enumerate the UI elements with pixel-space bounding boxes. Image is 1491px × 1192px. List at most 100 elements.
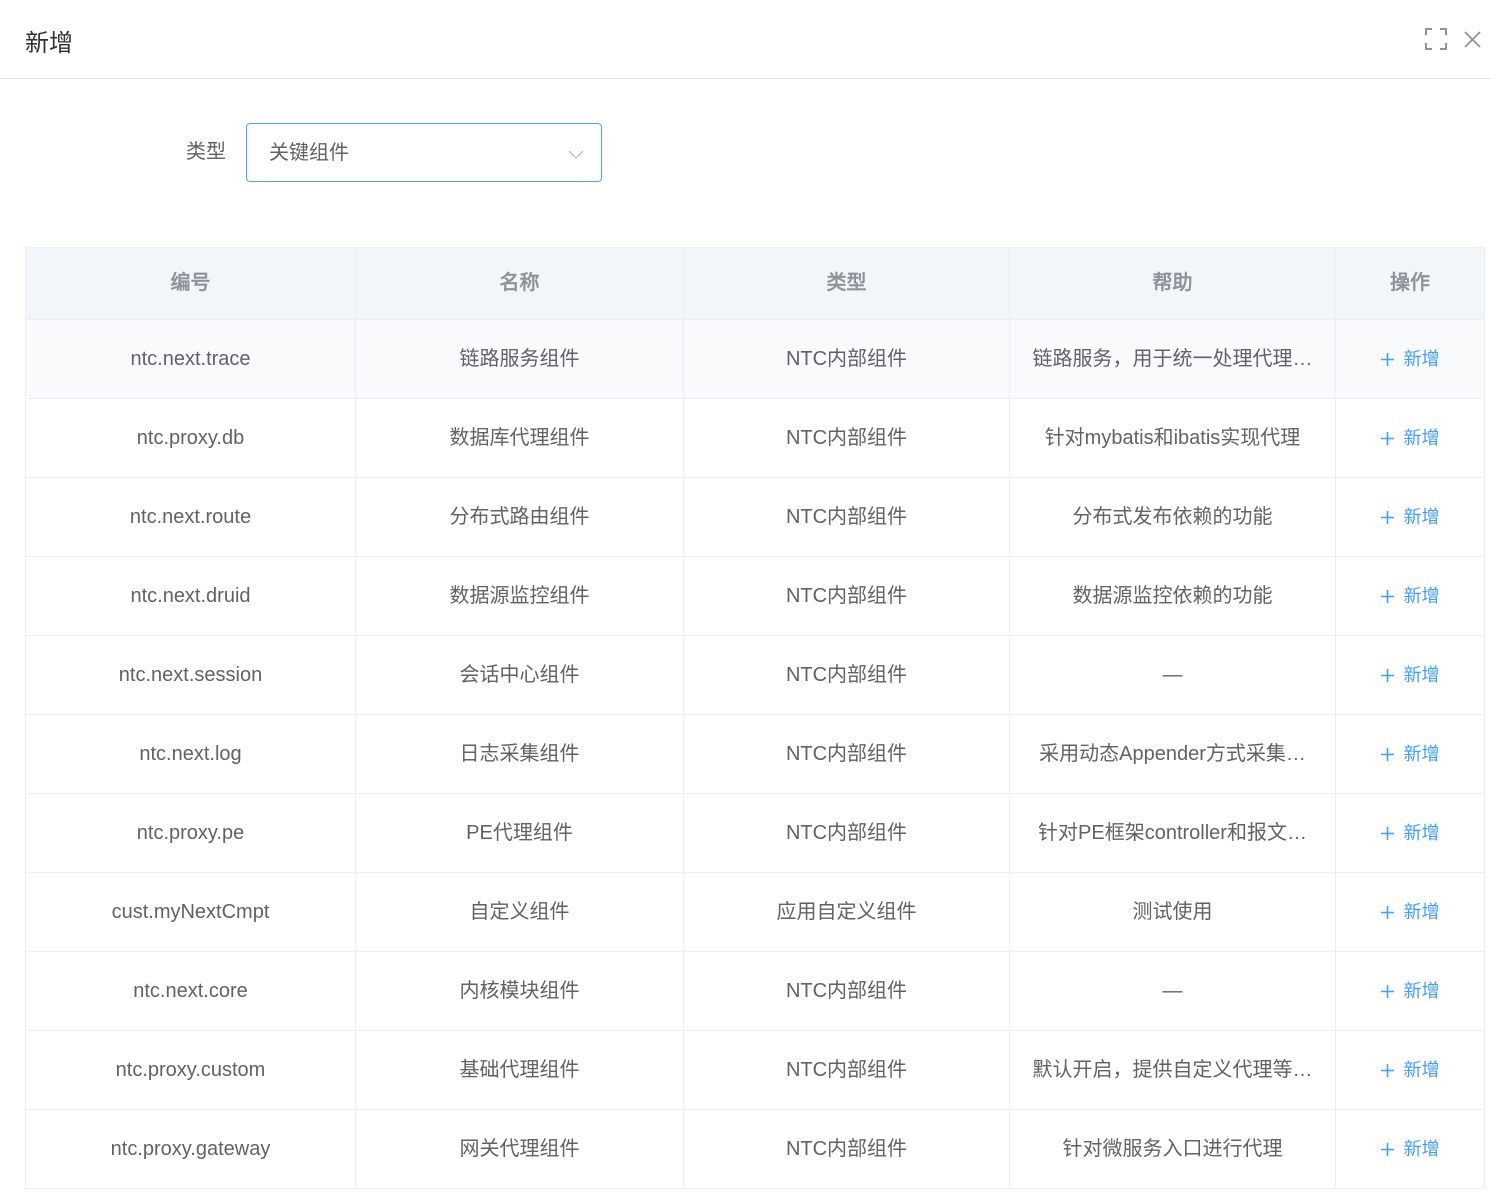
cell-help: 链路服务，用于统一处理代理…: [1010, 320, 1336, 399]
plus-icon: [1380, 905, 1394, 919]
cell-name: PE代理组件: [356, 794, 684, 873]
cell-help: —: [1010, 952, 1336, 1031]
add-button-label: 新增: [1403, 586, 1440, 606]
table-row: ntc.proxy.custom 基础代理组件 NTC内部组件 默认开启，提供自…: [26, 1031, 1485, 1110]
add-button[interactable]: 新增: [1380, 743, 1440, 765]
cell-actions: 新增: [1336, 557, 1485, 636]
add-button-label: 新增: [1403, 744, 1440, 764]
plus-icon: [1380, 1142, 1394, 1156]
table-row: ntc.next.route 分布式路由组件 NTC内部组件 分布式发布依赖的功…: [26, 478, 1485, 557]
column-header-type: 类型: [684, 248, 1010, 320]
cell-help: —: [1010, 636, 1336, 715]
table-row: ntc.next.session 会话中心组件 NTC内部组件 — 新增: [26, 636, 1485, 715]
table-row: ntc.next.druid 数据源监控组件 NTC内部组件 数据源监控依赖的功…: [26, 557, 1485, 636]
cell-name: 链路服务组件: [356, 320, 684, 399]
add-dialog: 新增 类型 关键组件 编号 名称 类型 帮助 操作 ntc.next.trace…: [0, 0, 1491, 1192]
cell-actions: 新增: [1336, 794, 1485, 873]
cell-actions: 新增: [1336, 636, 1485, 715]
cell-help: 针对mybatis和ibatis实现代理: [1010, 399, 1336, 478]
add-button[interactable]: 新增: [1380, 1138, 1440, 1160]
cell-name: 网关代理组件: [356, 1110, 684, 1189]
table-row: ntc.next.log 日志采集组件 NTC内部组件 采用动态Appender…: [26, 715, 1485, 794]
cell-actions: 新增: [1336, 873, 1485, 952]
cell-code: ntc.proxy.gateway: [26, 1110, 356, 1189]
column-header-actions: 操作: [1336, 248, 1485, 320]
cell-type: NTC内部组件: [684, 952, 1010, 1031]
table-row: ntc.proxy.gateway 网关代理组件 NTC内部组件 针对微服务入口…: [26, 1110, 1485, 1189]
add-button[interactable]: 新增: [1380, 1059, 1440, 1081]
component-table: 编号 名称 类型 帮助 操作 ntc.next.trace 链路服务组件 NTC…: [25, 247, 1485, 1189]
add-button-label: 新增: [1403, 823, 1440, 843]
cell-name: 日志采集组件: [356, 715, 684, 794]
cell-name: 数据库代理组件: [356, 399, 684, 478]
add-button-label: 新增: [1403, 428, 1440, 448]
cell-code: ntc.proxy.db: [26, 399, 356, 478]
table-row: ntc.next.trace 链路服务组件 NTC内部组件 链路服务，用于统一处…: [26, 320, 1485, 399]
close-icon: [1464, 31, 1481, 48]
cell-actions: 新增: [1336, 1031, 1485, 1110]
cell-name: 会话中心组件: [356, 636, 684, 715]
cell-type: NTC内部组件: [684, 557, 1010, 636]
cell-type: NTC内部组件: [684, 794, 1010, 873]
table-row: ntc.next.core 内核模块组件 NTC内部组件 — 新增: [26, 952, 1485, 1031]
cell-code: ntc.next.log: [26, 715, 356, 794]
cell-actions: 新增: [1336, 1110, 1485, 1189]
cell-type: NTC内部组件: [684, 478, 1010, 557]
close-button[interactable]: [1463, 30, 1482, 49]
cell-help: 针对PE框架controller和报文…: [1010, 794, 1336, 873]
add-button-label: 新增: [1403, 349, 1440, 369]
add-button-label: 新增: [1403, 507, 1440, 527]
add-button[interactable]: 新增: [1380, 348, 1440, 370]
cell-code: ntc.next.session: [26, 636, 356, 715]
column-header-help: 帮助: [1010, 248, 1336, 320]
cell-type: NTC内部组件: [684, 320, 1010, 399]
cell-actions: 新增: [1336, 478, 1485, 557]
add-button[interactable]: 新增: [1380, 427, 1440, 449]
cell-code: ntc.proxy.custom: [26, 1031, 356, 1110]
plus-icon: [1380, 747, 1394, 761]
cell-actions: 新增: [1336, 320, 1485, 399]
cell-help: 数据源监控依赖的功能: [1010, 557, 1336, 636]
add-button[interactable]: 新增: [1380, 585, 1440, 607]
plus-icon: [1380, 431, 1394, 445]
cell-code: ntc.next.druid: [26, 557, 356, 636]
add-button-label: 新增: [1403, 981, 1440, 1001]
type-label: 类型: [186, 141, 226, 163]
cell-type: NTC内部组件: [684, 1110, 1010, 1189]
cell-name: 自定义组件: [356, 873, 684, 952]
add-button-label: 新增: [1403, 665, 1440, 685]
plus-icon: [1380, 1063, 1394, 1077]
cell-name: 内核模块组件: [356, 952, 684, 1031]
column-header-name: 名称: [356, 248, 684, 320]
cell-type: 应用自定义组件: [684, 873, 1010, 952]
plus-icon: [1380, 352, 1394, 366]
cell-code: ntc.next.trace: [26, 320, 356, 399]
add-button[interactable]: 新增: [1380, 901, 1440, 923]
add-button[interactable]: 新增: [1380, 664, 1440, 686]
cell-code: ntc.next.core: [26, 952, 356, 1031]
add-button-label: 新增: [1403, 1060, 1440, 1080]
column-header-code: 编号: [26, 248, 356, 320]
type-select[interactable]: 关键组件: [246, 123, 602, 182]
cell-help: 默认开启，提供自定义代理等…: [1010, 1031, 1336, 1110]
cell-name: 基础代理组件: [356, 1031, 684, 1110]
cell-actions: 新增: [1336, 952, 1485, 1031]
plus-icon: [1380, 589, 1394, 603]
dialog-header: 新增: [0, 0, 1491, 79]
cell-name: 数据源监控组件: [356, 557, 684, 636]
add-button[interactable]: 新增: [1380, 506, 1440, 528]
add-button[interactable]: 新增: [1380, 980, 1440, 1002]
cell-name: 分布式路由组件: [356, 478, 684, 557]
cell-help: 采用动态Appender方式采集…: [1010, 715, 1336, 794]
dialog-title: 新增: [25, 30, 73, 57]
fullscreen-button[interactable]: [1425, 28, 1447, 50]
cell-actions: 新增: [1336, 399, 1485, 478]
add-button-label: 新增: [1403, 1139, 1440, 1159]
add-button[interactable]: 新增: [1380, 822, 1440, 844]
plus-icon: [1380, 668, 1394, 682]
cell-type: NTC内部组件: [684, 715, 1010, 794]
cell-type: NTC内部组件: [684, 1031, 1010, 1110]
table-header-row: 编号 名称 类型 帮助 操作: [26, 248, 1485, 320]
cell-help: 分布式发布依赖的功能: [1010, 478, 1336, 557]
cell-help: 测试使用: [1010, 873, 1336, 952]
